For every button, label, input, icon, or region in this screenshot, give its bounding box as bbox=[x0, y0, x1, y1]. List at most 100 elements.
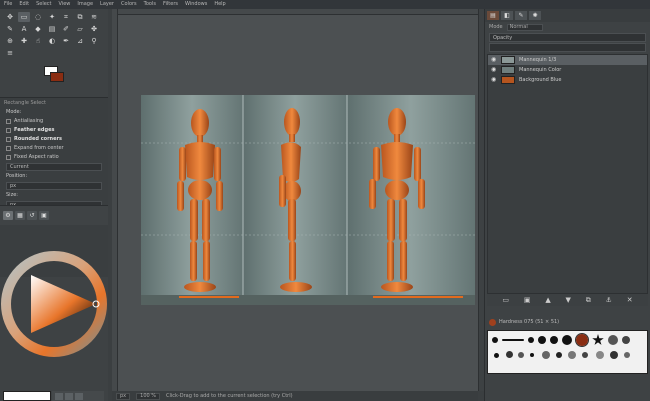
color-picker-tool-icon[interactable]: ✒ bbox=[60, 36, 72, 46]
device-status-tab-icon[interactable]: ▦ bbox=[15, 211, 25, 220]
anchor-layer-icon[interactable]: ⚓ bbox=[606, 296, 612, 304]
unified-transform-tool-icon[interactable]: ⧉ bbox=[74, 12, 86, 22]
menu-file[interactable]: File bbox=[4, 0, 12, 9]
lasso-tool-icon[interactable]: ◌ bbox=[32, 12, 44, 22]
move-tool-icon[interactable]: ✥ bbox=[4, 12, 16, 22]
brush-item[interactable] bbox=[610, 351, 618, 359]
unit-select[interactable]: px bbox=[116, 392, 131, 400]
menu-filters[interactable]: Filters bbox=[163, 0, 178, 9]
brush-item[interactable] bbox=[502, 339, 524, 341]
warp-tool-icon[interactable]: ≋ bbox=[88, 12, 100, 22]
measure-tool-icon[interactable]: ⊿ bbox=[74, 36, 86, 46]
vertical-ruler[interactable] bbox=[112, 9, 118, 391]
images-tab-icon[interactable]: ▣ bbox=[39, 211, 49, 220]
color-wheel[interactable] bbox=[0, 247, 108, 357]
horizontal-ruler[interactable] bbox=[112, 9, 478, 15]
brush-item[interactable] bbox=[592, 334, 604, 345]
brush-item[interactable] bbox=[518, 352, 524, 358]
brush-item[interactable] bbox=[624, 352, 630, 358]
paths-tab-icon[interactable]: ✎ bbox=[515, 11, 527, 20]
color-dialog-icon[interactable] bbox=[75, 392, 83, 400]
zoom-select[interactable]: 100 % bbox=[136, 392, 161, 400]
paintbrush-tool-icon[interactable]: ✐ bbox=[60, 24, 72, 34]
eye-icon[interactable]: ◉ bbox=[491, 67, 497, 73]
brushes-tab-icon[interactable]: ✺ bbox=[529, 11, 541, 20]
menu-colors[interactable]: Colors bbox=[121, 0, 137, 9]
layer-row[interactable]: ◉ Mannequin 1/3 bbox=[488, 55, 647, 65]
brush-item-selected[interactable] bbox=[575, 333, 589, 347]
undo-history-tab-icon[interactable]: ↺ bbox=[27, 211, 37, 220]
new-group-icon[interactable]: ▣ bbox=[524, 296, 531, 304]
brush-item[interactable] bbox=[556, 352, 562, 358]
brush-item[interactable] bbox=[542, 351, 550, 359]
airbrush-tool-icon[interactable]: ✤ bbox=[88, 24, 100, 34]
brush-item[interactable] bbox=[550, 336, 558, 344]
fixed-checkbox[interactable] bbox=[6, 155, 11, 160]
eye-icon[interactable]: ◉ bbox=[491, 57, 497, 63]
brush-item[interactable] bbox=[608, 335, 618, 345]
layers-tab-icon[interactable]: ▤ bbox=[487, 11, 499, 20]
antialias-checkbox[interactable] bbox=[6, 119, 11, 124]
tool-options-tab-icon[interactable]: ⚙ bbox=[3, 211, 13, 220]
reset-colors-icon[interactable] bbox=[65, 392, 73, 400]
fuzzy-select-tool-icon[interactable]: ✦ bbox=[46, 12, 58, 22]
crop-tool-icon[interactable]: ⌗ bbox=[60, 12, 72, 22]
rect-select-tool-icon[interactable]: ▭ bbox=[18, 12, 30, 22]
brush-item[interactable] bbox=[528, 337, 534, 343]
menu-select[interactable]: Select bbox=[36, 0, 51, 9]
feather-checkbox[interactable] bbox=[6, 128, 11, 133]
background-color-swatch[interactable] bbox=[50, 72, 64, 82]
brush-item[interactable] bbox=[494, 353, 499, 358]
menu-windows[interactable]: Windows bbox=[185, 0, 207, 9]
smudge-tool-icon[interactable]: ☝ bbox=[32, 36, 44, 46]
fg-color-bar[interactable] bbox=[3, 391, 51, 401]
delete-layer-icon[interactable]: ✕ bbox=[627, 296, 633, 304]
text-tool-icon[interactable]: A bbox=[18, 24, 30, 34]
paths-tool-icon[interactable]: ✎ bbox=[4, 24, 16, 34]
raise-layer-icon[interactable]: ▲ bbox=[545, 296, 550, 304]
paint-bucket-tool-icon[interactable]: ◆ bbox=[32, 24, 44, 34]
brush-item[interactable] bbox=[530, 353, 534, 357]
brush-item[interactable] bbox=[562, 335, 572, 345]
rounded-checkbox[interactable] bbox=[6, 137, 11, 142]
brush-item[interactable] bbox=[622, 336, 630, 344]
brush-item[interactable] bbox=[582, 352, 588, 358]
gradient-tool-icon[interactable]: ▤ bbox=[46, 24, 58, 34]
brushes-grid[interactable] bbox=[487, 330, 648, 374]
menu-view[interactable]: View bbox=[59, 0, 71, 9]
expand-checkbox[interactable] bbox=[6, 146, 11, 151]
eraser-tool-icon[interactable]: ▱ bbox=[74, 24, 86, 34]
rounded-option[interactable]: Rounded corners bbox=[0, 135, 108, 144]
channels-tab-icon[interactable]: ◧ bbox=[501, 11, 513, 20]
menu-tools[interactable]: Tools bbox=[144, 0, 156, 9]
menu-edit[interactable]: Edit bbox=[19, 0, 29, 9]
new-layer-icon[interactable]: ▭ bbox=[502, 296, 509, 304]
menu-layer[interactable]: Layer bbox=[100, 0, 114, 9]
swap-colors-icon[interactable] bbox=[55, 392, 63, 400]
saturation-value-triangle[interactable] bbox=[31, 275, 96, 333]
brush-item[interactable] bbox=[492, 337, 498, 343]
brush-item[interactable] bbox=[506, 351, 513, 358]
duplicate-layer-icon[interactable]: ⧉ bbox=[586, 296, 591, 305]
expand-option[interactable]: Expand from center bbox=[0, 144, 108, 153]
heal-tool-icon[interactable]: ✚ bbox=[18, 36, 30, 46]
eye-icon[interactable]: ◉ bbox=[491, 77, 497, 83]
image-canvas[interactable] bbox=[141, 95, 475, 305]
current-field[interactable]: Current bbox=[6, 163, 102, 171]
dodge-tool-icon[interactable]: ◐ bbox=[46, 36, 58, 46]
menu-help[interactable]: Help bbox=[214, 0, 225, 9]
antialias-option[interactable]: Antialiasing bbox=[0, 117, 108, 126]
align-tool-icon[interactable]: ≡ bbox=[4, 48, 16, 58]
clone-tool-icon[interactable]: ⊕ bbox=[4, 36, 16, 46]
brush-item[interactable] bbox=[538, 336, 546, 344]
zoom-tool-icon[interactable]: ⚲ bbox=[88, 36, 100, 46]
fixed-option[interactable]: Fixed Aspect ratio bbox=[0, 153, 108, 162]
opacity-slider[interactable]: Opacity bbox=[489, 33, 646, 42]
layer-row[interactable]: ◉ Background Blue bbox=[488, 75, 647, 85]
layer-row[interactable]: ◉ Mannequin Color bbox=[488, 65, 647, 75]
menu-image[interactable]: Image bbox=[77, 0, 93, 9]
lower-layer-icon[interactable]: ▼ bbox=[566, 296, 571, 304]
brush-item[interactable] bbox=[596, 351, 604, 359]
feather-option[interactable]: Feather edges bbox=[0, 126, 108, 135]
layer-mode-select[interactable]: Normal bbox=[506, 23, 543, 31]
